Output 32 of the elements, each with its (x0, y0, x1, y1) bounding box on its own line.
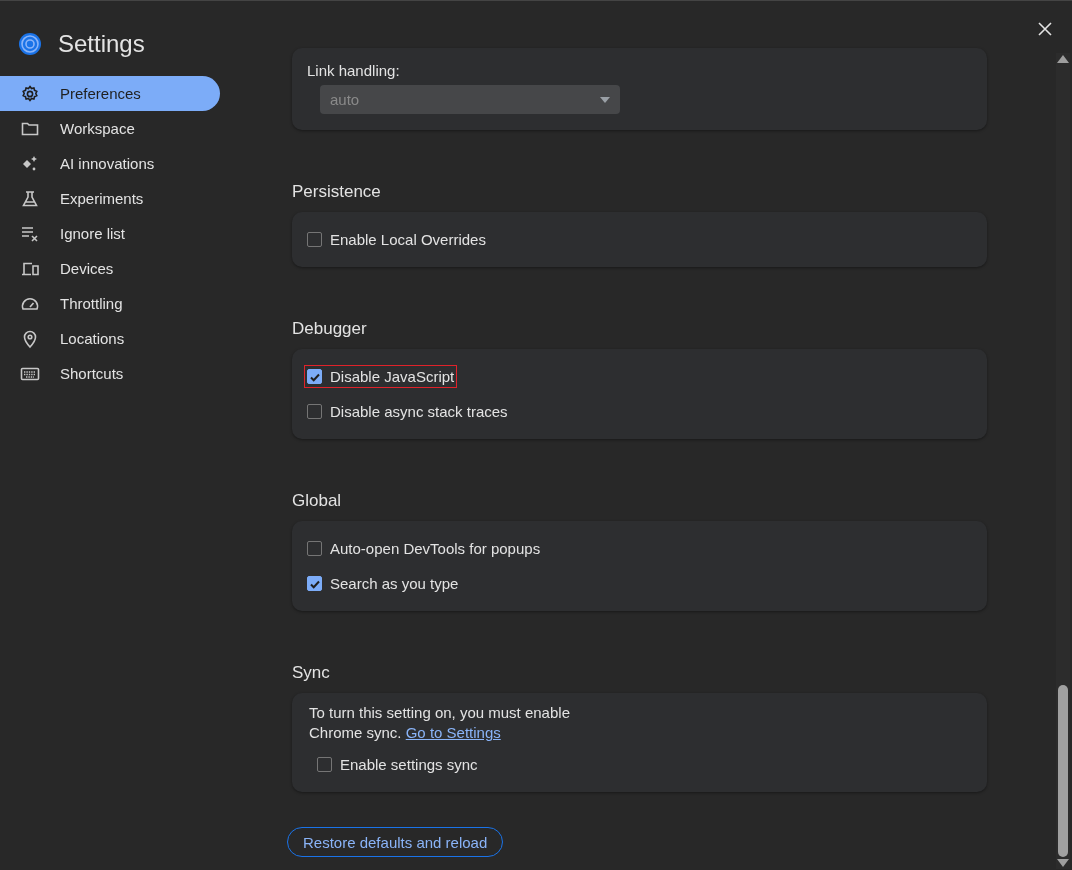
checkbox-option[interactable]: Disable async stack traces (304, 400, 511, 423)
section-heading: Persistence (292, 181, 382, 203)
sidebar-item[interactable]: Shortcuts (0, 356, 220, 391)
checkbox-option[interactable]: Disable JavaScript (304, 365, 458, 388)
settings-title: Settings (58, 30, 145, 58)
sidebar-item[interactable]: Experiments (0, 181, 220, 216)
checkbox-option[interactable]: Auto-open DevTools for popups (304, 537, 544, 560)
sidebar-item[interactable]: AI innovations (0, 146, 220, 181)
sync-note-text: To turn this setting on, you must enable Chrome sync. Go to Settings (309, 704, 570, 741)
sidebar-item[interactable]: Ignore list (0, 216, 220, 251)
scrollbar[interactable] (1056, 53, 1070, 869)
checkbox-option[interactable]: Enable Local Overrides (304, 228, 489, 251)
chrome-logo-icon (18, 32, 42, 56)
scrollbar-thumb[interactable] (1058, 685, 1068, 857)
sidebar-item[interactable]: Throttling (0, 286, 220, 321)
scroll-down-arrow-icon[interactable] (1057, 859, 1069, 867)
section-heading: Sync (292, 662, 331, 684)
caret-icon (600, 96, 610, 103)
gear-icon (20, 83, 40, 104)
section-heading: Debugger (292, 318, 368, 340)
sidebar-item[interactable]: Workspace (0, 111, 220, 146)
scroll-up-arrow-icon[interactable] (1057, 55, 1069, 63)
checkbox-option[interactable]: Search as you type (304, 572, 462, 595)
sidebar-item[interactable]: Locations (0, 321, 220, 356)
field-label: Link handling: (307, 62, 400, 79)
section-heading: Global (292, 490, 343, 512)
checkbox-option[interactable]: Enable settings sync (314, 753, 481, 776)
go-to-settings-link[interactable]: Go to Settings (405, 724, 501, 741)
sidebar-item[interactable]: Devices (0, 251, 220, 286)
sidebar-item[interactable]: Preferences (0, 76, 220, 111)
flask-icon (20, 188, 40, 209)
close-icon[interactable] (1038, 22, 1052, 36)
